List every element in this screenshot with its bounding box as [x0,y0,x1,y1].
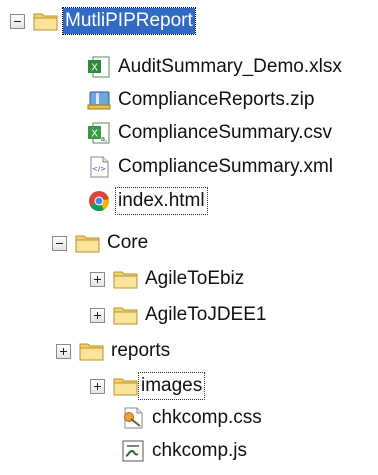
tree-node-file[interactable]: chkcomp.css [120,403,264,433]
tree-node-file[interactable]: Xa, ComplianceSummary.csv [86,118,334,148]
file-label[interactable]: chkcomp.js [150,438,249,464]
tree-node-file[interactable]: ComplianceReports.zip [86,85,316,115]
expand-toggle-icon[interactable] [90,378,105,394]
folder-label[interactable]: images [137,372,206,400]
folder-icon [113,373,139,399]
tree-node-file[interactable]: X AuditSummary_Demo.xlsx [86,52,344,82]
file-tree: MutliPIPReport X AuditSummary_Demo.xlsx … [0,0,378,475]
tree-node-reports[interactable]: reports [56,336,172,366]
svg-text:a,: a, [101,135,108,143]
folder-icon [33,8,59,34]
folder-icon [113,302,139,328]
tree-node-file[interactable]: chkcomp.js [120,436,249,466]
chrome-html-file-icon [86,188,112,214]
folder-icon [79,338,105,364]
folder-label[interactable]: AgileToEbiz [143,266,246,292]
file-label[interactable]: AuditSummary_Demo.xlsx [116,54,344,80]
tree-node-file[interactable]: </> ComplianceSummary.xml [86,152,335,182]
file-label[interactable]: ComplianceSummary.xml [116,154,335,180]
tree-node-root[interactable]: MutliPIPReport [10,6,196,36]
collapse-toggle-icon[interactable] [10,13,25,29]
folder-label[interactable]: Core [105,230,150,256]
expand-toggle-icon[interactable] [90,307,105,323]
svg-text:X: X [91,129,98,140]
excel-file-icon: X [86,54,112,80]
file-label[interactable]: chkcomp.css [150,405,264,431]
expand-toggle-icon[interactable] [56,343,71,359]
collapse-toggle-icon[interactable] [52,235,67,251]
file-label[interactable]: ComplianceReports.zip [116,87,316,113]
folder-icon [113,266,139,292]
tree-node-file[interactable]: index.html [86,186,208,216]
folder-label[interactable]: AgileToJDEE1 [143,302,268,328]
svg-text:X: X [91,63,98,74]
file-label[interactable]: ComplianceSummary.csv [116,120,334,146]
expand-toggle-icon[interactable] [90,271,105,287]
tree-node-folder[interactable]: AgileToJDEE1 [90,300,268,330]
folder-label[interactable]: reports [109,338,172,364]
folder-icon [75,230,101,256]
xml-file-icon: </> [86,154,112,180]
zip-archive-icon [86,87,112,113]
svg-text:</>: </> [92,165,106,173]
tree-node-folder[interactable]: images [90,371,206,401]
file-label[interactable]: index.html [115,187,208,215]
tree-node-folder[interactable]: AgileToEbiz [90,264,246,294]
excel-csv-file-icon: Xa, [86,120,112,146]
tree-label-root[interactable]: MutliPIPReport [62,7,196,35]
js-script-file-icon [120,438,146,464]
tree-node-core[interactable]: Core [52,228,150,258]
css-file-icon [120,405,146,431]
